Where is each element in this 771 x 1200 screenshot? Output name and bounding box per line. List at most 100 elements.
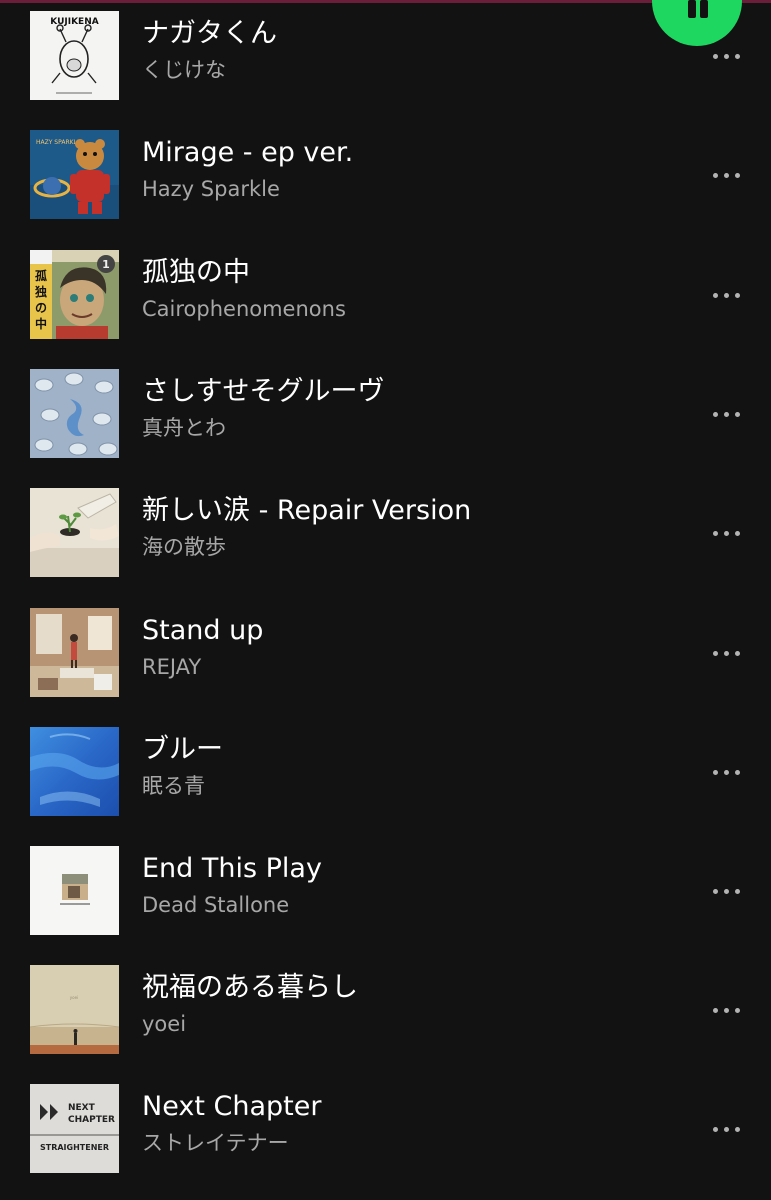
more-options-icon-dot	[723, 888, 729, 894]
more-options-icon-dot	[734, 1126, 740, 1132]
more-options-button[interactable]	[706, 1114, 746, 1144]
more-options-button[interactable]	[706, 757, 746, 787]
album-art-umi-no-sanpo	[30, 488, 119, 577]
more-options-icon	[712, 53, 718, 59]
more-options-icon-dot	[723, 1126, 729, 1132]
more-options-icon-dot	[734, 888, 740, 894]
track-artist: yoei	[142, 1012, 187, 1036]
svg-text:独: 独	[34, 284, 47, 299]
more-options-button[interactable]	[706, 876, 746, 906]
svg-text:孤: 孤	[35, 268, 47, 283]
more-options-button[interactable]	[706, 41, 746, 71]
svg-text:1: 1	[102, 258, 110, 271]
svg-text:HAZY SPARKLE: HAZY SPARKLE	[36, 139, 81, 146]
more-options-icon-dot	[734, 53, 740, 59]
album-art-kujikena: KUJIKENA	[30, 11, 119, 100]
album-cover	[30, 608, 119, 697]
svg-text:NEXT: NEXT	[68, 1103, 96, 1113]
more-options-icon-dot	[723, 172, 729, 178]
more-options-icon-dot	[723, 530, 729, 536]
album-art-hazy-sparkle: HAZY SPARKLE	[30, 130, 119, 219]
more-options-button[interactable]	[706, 280, 746, 310]
track-row[interactable]: End This Play Dead Stallone	[0, 846, 771, 946]
pause-icon-bar-left	[688, 0, 696, 18]
more-options-icon-dot	[734, 530, 740, 536]
pause-icon-bar-right	[700, 0, 708, 18]
track-row[interactable]: HAZY SPARKLE Mirage - ep ver. Hazy Spark	[0, 130, 771, 230]
album-cover	[30, 369, 119, 458]
track-title: 祝福のある暮らし	[142, 972, 358, 1003]
track-row[interactable]: KUJIKENA ナガタくん くじけな	[0, 11, 771, 111]
track-title: Stand up	[142, 615, 264, 646]
more-options-button[interactable]	[706, 399, 746, 429]
more-options-icon	[712, 650, 718, 656]
more-options-icon-dot	[734, 172, 740, 178]
more-options-button[interactable]	[706, 995, 746, 1025]
svg-text:中: 中	[35, 316, 47, 331]
track-artist: Hazy Sparkle	[142, 177, 280, 201]
track-row[interactable]: 孤 独 の 中 1 孤独の中 Cairophenomenons	[0, 250, 771, 350]
more-options-icon-dot	[734, 411, 740, 417]
album-cover	[30, 846, 119, 935]
svg-text:CHAPTER: CHAPTER	[68, 1115, 115, 1125]
track-title: 孤独の中	[142, 257, 250, 288]
more-options-icon-dot	[723, 650, 729, 656]
track-row[interactable]: Stand up REJAY	[0, 608, 771, 708]
track-artist: ストレイテナー	[142, 1131, 289, 1155]
more-options-icon	[712, 1007, 718, 1013]
svg-text:の: の	[35, 301, 47, 315]
album-cover: yoei	[30, 965, 119, 1054]
track-title: さしすせそグルーヴ	[142, 376, 385, 407]
more-options-icon	[712, 530, 718, 536]
album-art-mafune-towa	[30, 369, 119, 458]
album-cover	[30, 727, 119, 816]
album-art-dead-stallone	[30, 846, 119, 935]
album-cover: HAZY SPARKLE	[30, 130, 119, 219]
more-options-icon	[712, 411, 718, 417]
svg-text:yoei: yoei	[70, 995, 78, 1000]
more-options-icon	[712, 1126, 718, 1132]
album-cover	[30, 488, 119, 577]
album-art-rejay	[30, 608, 119, 697]
more-options-icon-dot	[723, 292, 729, 298]
track-title: End This Play	[142, 853, 322, 884]
more-options-icon-dot	[723, 53, 729, 59]
album-cover: NEXT CHAPTER STRAIGHTENER	[30, 1084, 119, 1173]
album-cover: 孤 独 の 中 1	[30, 250, 119, 339]
track-title: Next Chapter	[142, 1091, 322, 1122]
playlist-screen: KUJIKENA ナガタくん くじけな HAZY SPARKLE Mirage …	[0, 0, 771, 1200]
more-options-icon-dot	[723, 769, 729, 775]
track-title: ナガタくん	[142, 18, 277, 49]
track-row[interactable]: NEXT CHAPTER STRAIGHTENER Next Chapter ス…	[0, 1084, 771, 1184]
track-artist: 海の散歩	[142, 535, 226, 559]
more-options-icon-dot	[723, 411, 729, 417]
track-artist: 真舟とわ	[142, 416, 226, 440]
more-options-icon-dot	[734, 650, 740, 656]
album-art-cairophenomenons: 孤 独 の 中 1	[30, 250, 119, 339]
svg-text:STRAIGHTENER: STRAIGHTENER	[40, 1143, 109, 1152]
track-title: ブルー	[142, 734, 223, 765]
more-options-icon	[712, 888, 718, 894]
more-options-icon-dot	[723, 1007, 729, 1013]
more-options-icon	[712, 769, 718, 775]
pause-icon	[684, 0, 712, 18]
album-art-nemuru-ao	[30, 727, 119, 816]
more-options-button[interactable]	[706, 518, 746, 548]
more-options-icon-dot	[734, 1007, 740, 1013]
track-artist: Dead Stallone	[142, 893, 290, 917]
track-artist: REJAY	[142, 655, 202, 679]
more-options-button[interactable]	[706, 638, 746, 668]
track-row[interactable]: ブルー 眠る青	[0, 727, 771, 827]
track-row[interactable]: 新しい涙 - Repair Version 海の散歩	[0, 488, 771, 588]
more-options-button[interactable]	[706, 160, 746, 190]
track-artist: くじけな	[142, 58, 226, 82]
track-title: 新しい涙 - Repair Version	[142, 495, 472, 526]
album-art-yoei: yoei	[30, 965, 119, 1054]
album-cover: KUJIKENA	[30, 11, 119, 100]
album-art-straightener: NEXT CHAPTER STRAIGHTENER	[30, 1084, 119, 1173]
track-artist: 眠る青	[142, 774, 205, 798]
track-row[interactable]: yoei 祝福のある暮らし yoei	[0, 965, 771, 1065]
track-row[interactable]: さしすせそグルーヴ 真舟とわ	[0, 369, 771, 469]
track-artist: Cairophenomenons	[142, 297, 346, 321]
track-title: Mirage - ep ver.	[142, 137, 354, 168]
